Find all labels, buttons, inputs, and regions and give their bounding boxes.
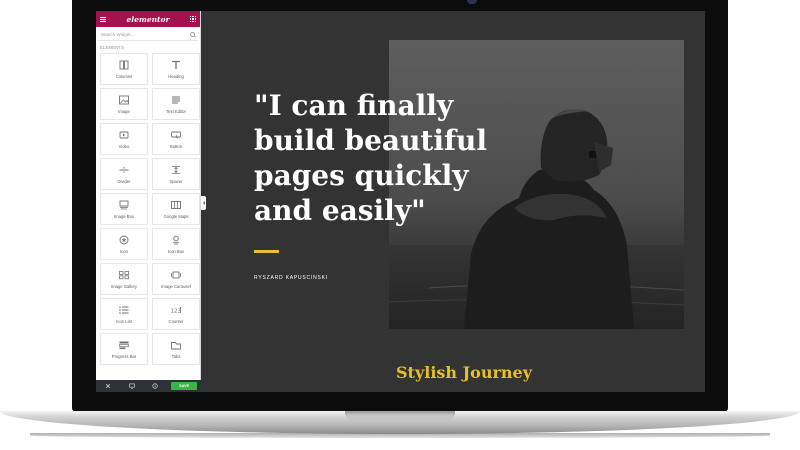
icon-box-icon	[170, 235, 182, 245]
widget-label: Heading	[168, 73, 184, 79]
quote-line: build beautiful	[254, 124, 488, 157]
widgets-grid-icon[interactable]	[189, 16, 196, 22]
widget-spacer[interactable]: Spacer	[152, 158, 200, 190]
progress-bar-icon	[118, 340, 130, 350]
widget-label: Google Maps	[163, 213, 189, 219]
quote-line: "I can finally	[254, 89, 454, 122]
settings-button[interactable]	[100, 381, 116, 391]
panel-header: elementor	[96, 11, 200, 27]
accent-divider	[254, 250, 279, 253]
chevron-left-icon	[202, 201, 205, 205]
panel-collapse-handle[interactable]	[201, 196, 206, 210]
columns-icon	[118, 60, 130, 70]
widget-label: Divider	[117, 178, 131, 184]
search-icon	[190, 31, 195, 37]
widget-icon[interactable]: Icon	[100, 228, 148, 260]
widget-progress-bar[interactable]: Progress Bar	[100, 333, 148, 365]
heading-icon	[170, 60, 182, 70]
widget-google-maps[interactable]: Google Maps	[152, 193, 200, 225]
star-icon	[118, 235, 130, 245]
quote-line: and easily"	[254, 194, 426, 227]
search-widget-input[interactable]: Search Widget...	[98, 28, 198, 41]
widgets-grid: Columns Heading Image Text Editor Video Butto…	[96, 53, 200, 365]
widget-video[interactable]: Video	[100, 123, 148, 155]
base-edge	[30, 433, 770, 438]
history-button[interactable]	[148, 381, 164, 391]
camera	[467, 0, 477, 4]
widget-label: Video	[118, 143, 130, 149]
widget-image[interactable]: Image	[100, 88, 148, 120]
button-icon	[170, 130, 182, 140]
responsive-button[interactable]	[124, 381, 140, 391]
editor-panel: elementor Search Widget... ELEMENTS Colu…	[96, 11, 201, 392]
save-button[interactable]: SAVE	[171, 382, 197, 390]
widget-label: Spacer	[169, 178, 183, 184]
widget-label: Image	[118, 108, 130, 114]
widget-label: Image Gallery	[110, 283, 138, 289]
image-gallery-icon	[118, 270, 130, 280]
svg-text:123: 123	[171, 308, 182, 314]
widget-label: Icon	[120, 248, 128, 254]
widget-button[interactable]: Button	[152, 123, 200, 155]
screen: elementor Search Widget... ELEMENTS Colu…	[96, 11, 705, 392]
widget-heading[interactable]: Heading	[152, 53, 200, 85]
spacer-icon	[170, 165, 182, 175]
widget-label: Counter	[168, 318, 184, 324]
widget-label: Icon List	[116, 318, 132, 324]
section-heading: Stylish Journey	[396, 363, 533, 382]
widget-icon-list[interactable]: Icon List	[100, 298, 148, 330]
widget-label: Text Editor	[166, 108, 186, 114]
search-placeholder: Search Widget...	[101, 31, 135, 37]
image-box-icon	[118, 200, 130, 210]
widget-label: Progress Bar	[111, 353, 137, 359]
google-maps-icon	[170, 200, 182, 210]
elements-section-title: ELEMENTS	[100, 45, 125, 50]
widget-counter[interactable]: 123 Counter	[152, 298, 200, 330]
lid-notch	[345, 411, 455, 420]
testimonial-quote: "I can finally build beautiful pages qui…	[254, 88, 499, 228]
elementor-logo: elementor	[126, 14, 170, 24]
image-icon	[118, 95, 130, 105]
video-icon	[118, 130, 130, 140]
widget-tabs[interactable]: Tabs	[152, 333, 200, 365]
quote-author: RYSZARD KAPUSCINSKI	[254, 275, 329, 281]
widget-text-editor[interactable]: Text Editor	[152, 88, 200, 120]
close-icon	[105, 383, 110, 389]
menu-icon[interactable]	[100, 16, 106, 22]
widget-columns[interactable]: Columns	[100, 53, 148, 85]
laptop-base	[0, 411, 800, 450]
icon-list-icon	[118, 305, 130, 315]
widget-label: Image Carousel	[161, 283, 191, 289]
widget-label: Tabs	[171, 353, 181, 359]
tabs-icon	[170, 340, 182, 350]
widget-divider[interactable]: Divider	[100, 158, 148, 190]
quote-line: pages quickly	[254, 159, 469, 192]
widget-label: Icon Box	[167, 248, 185, 254]
counter-icon: 123	[170, 305, 182, 315]
desktop-icon	[128, 383, 135, 389]
panel-footer: SAVE	[96, 380, 201, 392]
widget-image-box[interactable]: Image Box	[100, 193, 148, 225]
widget-image-gallery[interactable]: Image Gallery	[100, 263, 148, 295]
history-icon	[152, 383, 159, 389]
widget-icon-box[interactable]: Icon Box	[152, 228, 200, 260]
widget-label: Columns	[115, 73, 133, 79]
widget-image-carousel[interactable]: Image Carousel	[152, 263, 200, 295]
text-editor-icon	[170, 95, 182, 105]
divider-icon	[118, 165, 130, 175]
widget-label: Image Box	[113, 213, 135, 219]
image-carousel-icon	[170, 270, 182, 280]
widget-label: Button	[169, 143, 183, 149]
